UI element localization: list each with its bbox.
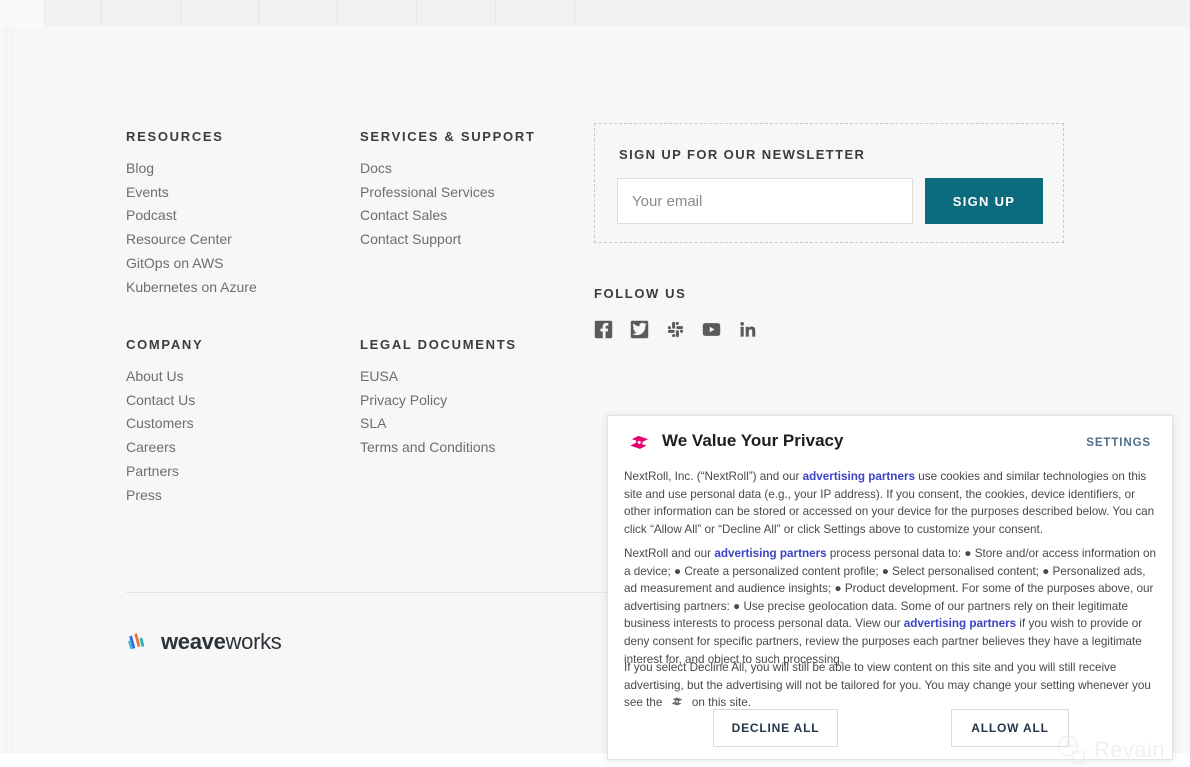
nextroll-logo-icon [630,435,649,449]
newsletter-signup-box: SIGN UP FOR OUR NEWSLETTER SIGN UP [594,123,1064,243]
top-nav-divider [44,0,45,26]
footer-link[interactable]: Podcast [126,204,257,228]
allow-all-button[interactable]: ALLOW ALL [951,709,1069,747]
footer-column-heading-company: COMPANY [126,337,204,352]
brand-name-light: works [225,629,282,654]
footer-link[interactable]: Privacy Policy [360,389,495,413]
settings-link[interactable]: SETTINGS [1086,437,1151,449]
decline-all-button[interactable]: DECLINE ALL [713,709,838,747]
advertising-partners-link[interactable]: advertising partners [803,470,915,483]
footer-links-legal: EUSA Privacy Policy SLA Terms and Condit… [360,365,495,460]
footer-link[interactable]: Blog [126,157,257,181]
footer-link[interactable]: Professional Services [360,181,495,205]
follow-us-heading: FOLLOW US [594,286,687,301]
footer-column-heading-legal: LEGAL DOCUMENTS [360,337,517,352]
page-body: RESOURCES Blog Events Podcast Resource C… [0,26,1190,764]
newsletter-heading: SIGN UP FOR OUR NEWSLETTER [619,147,866,162]
linkedin-icon[interactable] [738,320,757,339]
youtube-icon[interactable] [702,320,721,339]
footer-link[interactable]: EUSA [360,365,495,389]
footer-link[interactable]: Customers [126,412,195,436]
footer-link[interactable]: GitOps on AWS [126,252,257,276]
footer-column-heading-services: SERVICES & SUPPORT [360,129,536,144]
top-nav-divider [180,0,181,26]
footer-link[interactable]: Kubernetes on Azure [126,276,257,300]
twitter-icon[interactable] [630,320,649,339]
consent-paragraph-3: If you select Decline All, you will stil… [624,659,1161,712]
consent-paragraph-1: NextRoll, Inc. (“NextRoll”) and our adve… [624,468,1161,538]
consent-paragraph-2: NextRoll and our advertising partners pr… [624,545,1161,668]
signup-button[interactable]: SIGN UP [925,178,1043,224]
weaveworks-wordmark: weaveworks [161,629,282,655]
top-nav-divider [258,0,259,26]
advertising-partners-link[interactable]: advertising partners [904,617,1016,630]
footer-link[interactable]: Contact Sales [360,204,495,228]
footer-link[interactable]: Press [126,484,195,508]
footer-links-resources: Blog Events Podcast Resource Center GitO… [126,157,257,299]
revain-watermark-text: Revain [1094,737,1165,762]
footer-link[interactable]: Resource Center [126,228,257,252]
footer-link[interactable]: Docs [360,157,495,181]
revain-watermark: Revain [1054,733,1165,767]
adchoices-icon [671,697,683,706]
page-edge-rule [6,26,7,753]
advertising-partners-link[interactable]: advertising partners [714,547,826,560]
footer-link[interactable]: Contact Support [360,228,495,252]
page-edge-rule [11,26,12,753]
facebook-icon[interactable] [594,320,613,339]
footer-link[interactable]: Terms and Conditions [360,436,495,460]
footer-links-company: About Us Contact Us Customers Careers Pa… [126,365,195,507]
footer-link[interactable]: Careers [126,436,195,460]
top-nav-divider [101,0,102,26]
social-links [594,320,757,339]
para3-text-b: on this site. [688,696,751,710]
footer-links-services: Docs Professional Services Contact Sales… [360,157,495,252]
para2-text-a: NextRoll and our [624,547,715,560]
top-nav-divider [416,0,417,26]
weaveworks-logo[interactable]: weaveworks [126,629,282,655]
brand-name-bold: weave [161,629,226,654]
footer-link[interactable]: Events [126,181,257,205]
top-nav-divider [337,0,338,26]
cookie-consent-banner: We Value Your Privacy SETTINGS NextRoll,… [607,415,1173,760]
footer-column-heading-resources: RESOURCES [126,129,224,144]
footer-link[interactable]: Partners [126,460,195,484]
top-nav-divider [495,0,496,26]
slack-icon[interactable] [666,320,685,339]
para1-text-a: NextRoll, Inc. (“NextRoll”) and our [624,470,803,483]
email-input[interactable] [617,178,913,224]
footer-link[interactable]: Contact Us [126,389,195,413]
top-nav-strip [0,0,1190,27]
top-nav-rail [0,0,44,26]
weaveworks-mark-icon [128,633,145,650]
footer-link[interactable]: SLA [360,412,495,436]
footer-link[interactable]: About Us [126,365,195,389]
revain-logo-icon [1057,735,1085,764]
banner-title: We Value Your Privacy [662,431,844,450]
top-nav-divider [574,0,575,26]
